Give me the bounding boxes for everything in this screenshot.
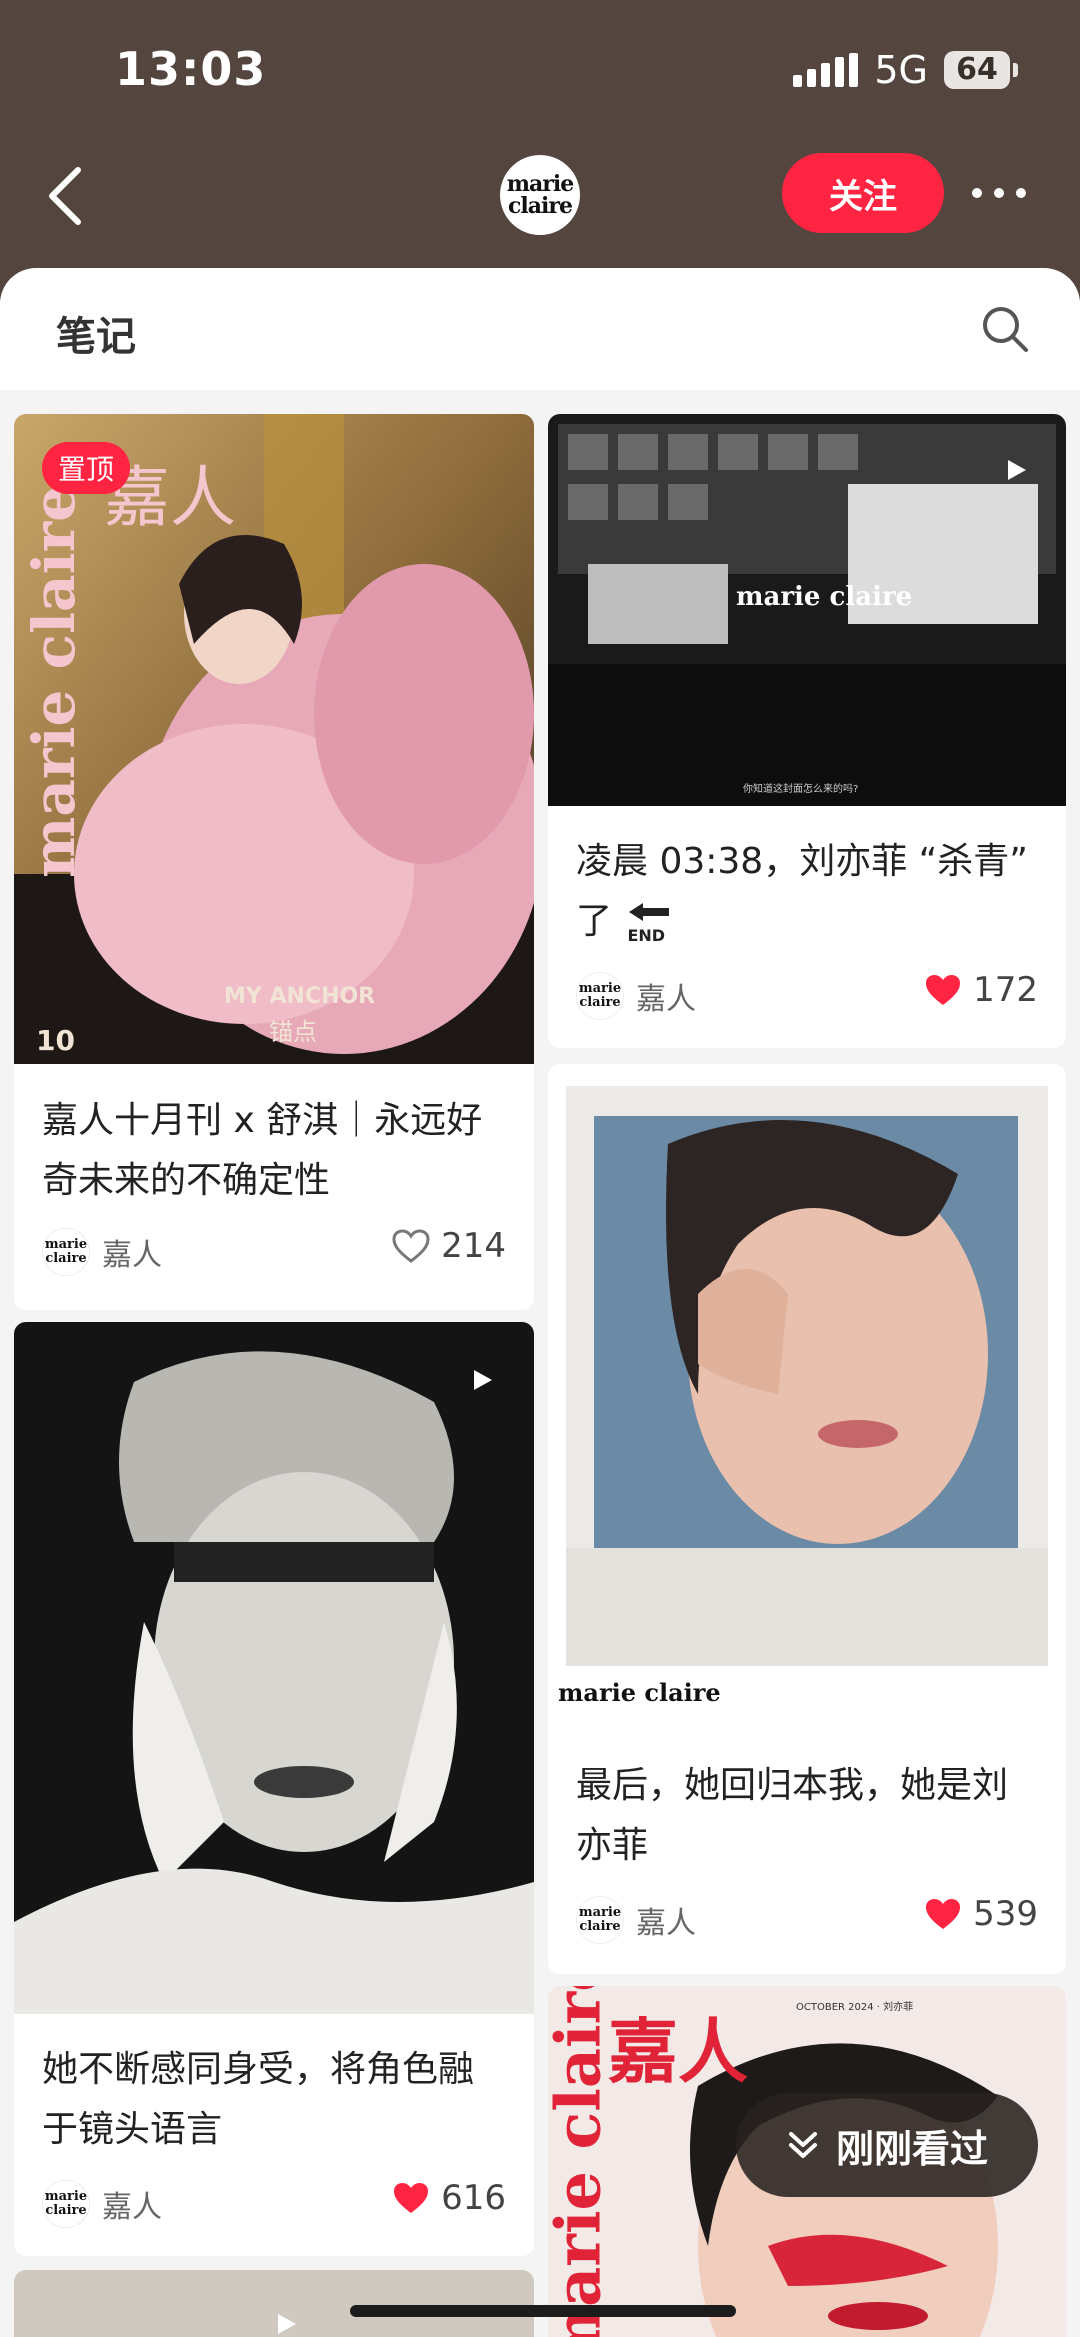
pinned-badge: 置顶 <box>42 442 131 494</box>
play-icon <box>278 2314 296 2334</box>
signal-icon <box>793 53 859 87</box>
note-card[interactable]: marie claire 最后，她回归本我，她是刘亦菲 marie claire… <box>548 1064 1066 1974</box>
play-icon <box>474 1370 492 1390</box>
author-name: 嘉人 <box>636 982 696 1017</box>
brand-avatar[interactable]: marie claire <box>500 155 580 235</box>
more-icon[interactable] <box>972 178 1032 208</box>
note-card[interactable]: marie claire 嘉人 MY ANCHOR 锚点 10 置顶 嘉人十月刊… <box>14 414 534 1310</box>
cover-issue: 10 <box>36 1024 75 1057</box>
status-icons: 5G 64 <box>793 48 1018 92</box>
home-indicator[interactable] <box>350 2305 736 2317</box>
note-cover-image <box>14 2270 534 2337</box>
play-icon <box>1008 460 1026 480</box>
tab-bar: 笔记 <box>0 268 1080 390</box>
like-count: 172 <box>973 970 1038 1010</box>
note-author[interactable]: marie claire 嘉人 <box>576 1896 696 1944</box>
heart-filled-icon <box>394 2183 429 2213</box>
author-avatar: marie claire <box>576 972 624 1020</box>
recently-viewed-button[interactable]: 刚刚看过 <box>736 2093 1038 2197</box>
cover-masthead: marie claire <box>558 1678 721 1707</box>
note-title: 最后，她回归本我，她是刘亦菲 <box>576 1765 1009 1866</box>
note-cover-image: marie claire <box>548 1064 1066 1734</box>
cover-masthead: marie claire <box>548 1986 615 2337</box>
note-cover-image: marie claire 你知道这封面怎么来的吗? <box>548 414 1066 806</box>
follow-button[interactable]: 关注 <box>782 153 944 233</box>
heart-filled-icon <box>926 1899 961 1929</box>
cover-line-zh: 锚点 <box>269 1018 317 1046</box>
note-author[interactable]: marie claire 嘉人 <box>42 1228 162 1276</box>
like-button[interactable]: 539 <box>923 1894 1038 1934</box>
top-bar: 13:03 5G 64 marie claire 关注 <box>0 0 1080 300</box>
cover-caption: 你知道这封面怎么来的吗? <box>743 784 859 795</box>
heart-filled-icon <box>926 975 961 1005</box>
search-icon[interactable] <box>980 304 1030 354</box>
left-arrow-icon <box>629 903 670 921</box>
like-button[interactable]: 214 <box>391 1226 506 1266</box>
like-button[interactable]: 616 <box>391 2178 506 2218</box>
heart-outline-icon <box>392 1229 430 1263</box>
battery-icon: 64 <box>944 51 1018 89</box>
author-avatar: marie claire <box>42 1228 90 1276</box>
note-card[interactable]: marie claire 你知道这封面怎么来的吗? 凌晨 03:38，刘亦菲 “… <box>548 414 1066 1048</box>
status-time: 13:03 <box>115 42 267 96</box>
like-count: 214 <box>441 1226 506 1266</box>
author-name: 嘉人 <box>636 1906 696 1941</box>
note-cover-image <box>14 1322 534 2014</box>
like-count: 539 <box>973 1894 1038 1934</box>
end-sticker-text: END <box>627 926 666 945</box>
note-author[interactable]: marie claire 嘉人 <box>42 2180 162 2228</box>
note-title: 凌晨 03:38，刘亦菲 “杀青” 了 END <box>576 832 1038 952</box>
end-sticker: END <box>627 901 671 945</box>
back-icon[interactable] <box>40 160 94 232</box>
cover-masthead: marie claire <box>20 484 88 878</box>
note-title: 她不断感同身受，将角色融于镜头语言 <box>42 2049 475 2150</box>
note-card[interactable]: 她不断感同身受，将角色融于镜头语言 marie claire 嘉人 616 <box>14 1322 534 2256</box>
recently-viewed-label: 刚刚看过 <box>835 2126 988 2171</box>
author-avatar: marie claire <box>576 1896 624 1944</box>
tab-notes[interactable]: 笔记 <box>56 304 136 362</box>
note-cover-image: marie claire 嘉人 MY ANCHOR 锚点 10 置顶 <box>14 414 534 1064</box>
like-button[interactable]: 172 <box>923 970 1038 1010</box>
cover-line-en: MY ANCHOR <box>224 984 376 1009</box>
cover-jiaren: 嘉人 <box>608 2011 748 2093</box>
note-title: 嘉人十月刊 x 舒淇｜永远好奇未来的不确定性 <box>42 1100 483 1201</box>
cover-date: OCTOBER 2024 · 刘亦菲 <box>796 2002 914 2013</box>
network-type: 5G <box>874 48 928 92</box>
note-author[interactable]: marie claire 嘉人 <box>576 972 696 1020</box>
author-avatar: marie claire <box>42 2180 90 2228</box>
note-card[interactable] <box>14 2270 534 2337</box>
double-chevron-down-icon <box>788 2132 817 2158</box>
cover-masthead: marie claire <box>736 582 913 612</box>
like-count: 616 <box>441 2178 506 2218</box>
author-name: 嘉人 <box>102 1238 162 1273</box>
author-name: 嘉人 <box>102 2190 162 2225</box>
